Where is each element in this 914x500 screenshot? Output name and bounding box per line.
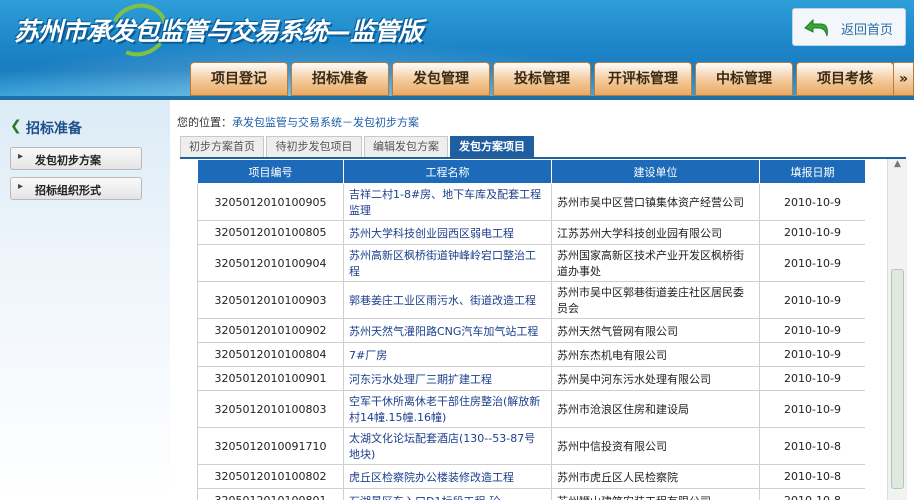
report-date-cell: 2010-10-8 <box>759 464 865 489</box>
table-header-row: 项目编号 工程名称 建设单位 填报日期 <box>197 159 865 184</box>
project-name-link[interactable]: 石湖景区东入口D1标段工程-砼 <box>343 488 552 500</box>
triangle-right-icon: ▸ <box>18 151 24 162</box>
table-scrollbar[interactable]: ▲ <box>887 159 907 500</box>
table-body: 3205012010100905 吉祥二村1-8#房、地下车库及配套工程监理 苏州市… <box>197 183 865 500</box>
project-name-link[interactable]: 苏州天然气灌阳路CNG汽车加气站工程 <box>343 318 552 343</box>
table-row[interactable]: 3205012010100801石湖景区东入口D1标段工程-砼苏州狮山建筑安装工… <box>197 488 865 500</box>
tab-plan-projects[interactable]: 发包方案项目 <box>450 136 534 158</box>
nav-tab-tender-prep[interactable]: 招标准备 <box>291 62 389 96</box>
nav-tab-project-register[interactable]: 项目登记 <box>190 62 288 96</box>
report-date-cell: 2010-10-8 <box>759 427 865 465</box>
return-home-button[interactable]: 返回首页 <box>792 8 906 46</box>
project-code-cell: 3205012010100904 <box>197 244 344 282</box>
construction-unit-cell: 苏州国家高新区技术产业开发区枫桥街道办事处 <box>551 244 760 282</box>
nav-tab-contract-manage[interactable]: 发包管理 <box>392 62 490 96</box>
table-row[interactable]: 3205012010100902 苏州天然气灌阳路CNG汽车加气站工程 苏州天然气管… <box>197 318 865 343</box>
nav-tab-bid-evaluation[interactable]: 开评标管理 <box>594 62 692 96</box>
nav-tab-award-manage[interactable]: 中标管理 <box>695 62 793 96</box>
table-row[interactable]: 3205012010091710 太湖文化论坛配套酒店(130--53-87号地块… <box>197 427 865 465</box>
sidebar-item-preliminary-plan[interactable]: ▸ 发包初步方案 <box>10 147 142 170</box>
project-code-cell: 3205012010100801 <box>197 488 344 500</box>
table-row[interactable]: 3205012010100905 吉祥二村1-8#房、地下车库及配套工程监理 苏州市… <box>197 183 865 221</box>
report-date-cell: 2010-10-9 <box>759 220 865 245</box>
table-row[interactable]: 3205012010100805 苏州大学科技创业园西区弱电工程 江苏苏州大学科技创… <box>197 220 865 245</box>
tab-edit-plan[interactable]: 编辑发包方案 <box>364 136 448 158</box>
project-name-link[interactable]: 苏州高新区枫桥街道钟峰岭宕口整治工程 <box>343 244 552 282</box>
construction-unit-cell: 苏州市虎丘区人民检察院 <box>551 464 760 489</box>
table-row[interactable]: 3205012010100903 郭巷姜庄工业区雨污水、街道改造工程 苏州市吴中区郭… <box>197 281 865 319</box>
left-sidebar: ❮ 招标准备 ▸ 发包初步方案 ▸ 招标组织形式 <box>0 100 170 500</box>
sidebar-item-label: 招标组织形式 <box>35 184 101 197</box>
sidebar-item-org-form[interactable]: ▸ 招标组织形式 <box>10 177 142 200</box>
return-home-label: 返回首页 <box>841 23 894 38</box>
breadcrumb: 您的位置：承发包监管与交易系统－发包初步方案 <box>177 114 419 130</box>
project-name-link[interactable]: 7#厂房 <box>343 342 552 367</box>
report-date-cell: 2010-10-9 <box>759 183 865 221</box>
breadcrumb-path[interactable]: 承发包监管与交易系统－发包初步方案 <box>232 116 419 129</box>
project-code-cell: 3205012010100804 <box>197 342 344 367</box>
table-row[interactable]: 3205012010100804 7#厂房 苏州东杰机电有限公司 2010-10-9 <box>197 342 865 367</box>
system-title: 苏州市承发包监管与交易系统—监管版 <box>14 17 423 46</box>
table-row[interactable]: 3205012010100803 空军干休所离休老干部住房整治(解放新村14幢.1… <box>197 390 865 428</box>
sidebar-item-label: 发包初步方案 <box>35 154 101 167</box>
project-code-cell: 3205012010100803 <box>197 390 344 428</box>
project-name-link[interactable]: 空军干休所离休老干部住房整治(解放新村14幢.15幢.16幢) <box>343 390 552 428</box>
table-row[interactable]: 3205012010100901 河东污水处理厂三期扩建工程 苏州吴中河东污水处理有… <box>197 366 865 391</box>
breadcrumb-prefix: 您的位置： <box>177 116 232 129</box>
report-date-cell: 2010-10-9 <box>759 244 865 282</box>
column-header-date: 填报日期 <box>759 159 865 184</box>
project-code-cell: 3205012010100905 <box>197 183 344 221</box>
report-date-cell: 2010-10-9 <box>759 366 865 391</box>
triangle-right-icon: ▸ <box>18 181 24 192</box>
construction-unit-cell: 苏州市吴中区郭巷街道姜庄社区居民委员会 <box>551 281 760 319</box>
report-date-cell: 2010-10-9 <box>759 281 865 319</box>
project-code-cell: 3205012010100901 <box>197 366 344 391</box>
report-date-cell: 2010-10-9 <box>759 342 865 367</box>
project-name-link[interactable]: 苏州大学科技创业园西区弱电工程 <box>343 220 552 245</box>
project-name-link[interactable]: 河东污水处理厂三期扩建工程 <box>343 366 552 391</box>
project-code-cell: 3205012010100902 <box>197 318 344 343</box>
nav-tab-bid-manage[interactable]: 投标管理 <box>493 62 591 96</box>
report-date-cell: 2010-10-9 <box>759 390 865 428</box>
project-code-cell: 3205012010100802 <box>197 464 344 489</box>
main-nav: 项目登记 招标准备 发包管理 投标管理 开评标管理 中标管理 项目考核 » <box>0 62 914 100</box>
project-name-link[interactable]: 吉祥二村1-8#房、地下车库及配套工程监理 <box>343 183 552 221</box>
report-date-cell: 2010-10-9 <box>759 318 865 343</box>
construction-unit-cell: 苏州东杰机电有限公司 <box>551 342 760 367</box>
project-code-cell: 3205012010100805 <box>197 220 344 245</box>
column-header-code: 项目编号 <box>197 159 344 184</box>
construction-unit-cell: 苏州狮山建筑安装工程有限公司 <box>551 488 760 500</box>
construction-unit-cell: 苏州市沧浪区住房和建设局 <box>551 390 760 428</box>
project-table: 项目编号 工程名称 建设单位 填报日期 3205012010100905 吉祥二村… <box>197 159 865 500</box>
report-date-cell: 2010-10-8 <box>759 488 865 500</box>
project-name-link[interactable]: 太湖文化论坛配套酒店(130--53-87号地块) <box>343 427 552 465</box>
tab-pending-projects[interactable]: 待初步发包项目 <box>266 136 362 158</box>
construction-unit-cell: 苏州吴中河东污水处理有限公司 <box>551 366 760 391</box>
project-code-cell: 3205012010100903 <box>197 281 344 319</box>
project-name-link[interactable]: 郭巷姜庄工业区雨污水、街道改造工程 <box>343 281 552 319</box>
return-arrow-icon <box>804 18 828 37</box>
project-code-cell: 3205012010091710 <box>197 427 344 465</box>
table-row[interactable]: 3205012010100904 苏州高新区枫桥街道钟峰岭宕口整治工程 苏州国家高新… <box>197 244 865 282</box>
project-name-link[interactable]: 虎丘区检察院办公楼装修改造工程 <box>343 464 552 489</box>
sidebar-title: 招标准备 <box>26 121 82 137</box>
construction-unit-cell: 苏州市吴中区营口镇集体资产经营公司 <box>551 183 760 221</box>
nav-tab-project-assess[interactable]: 项目考核 <box>796 62 894 96</box>
table-row[interactable]: 3205012010100802 虎丘区检察院办公楼装修改造工程 苏州市虎丘区人民检… <box>197 464 865 489</box>
tab-plan-home[interactable]: 初步方案首页 <box>180 136 264 158</box>
sidebar-header: ❮ 招标准备 <box>0 112 170 140</box>
construction-unit-cell: 江苏苏州大学科技创业园有限公司 <box>551 220 760 245</box>
nav-more-button[interactable]: » <box>893 62 914 96</box>
main-content: 您的位置：承发包监管与交易系统－发包初步方案 初步方案首页 待初步发包项目 编辑… <box>170 100 914 500</box>
construction-unit-cell: 苏州天然气管网有限公司 <box>551 318 760 343</box>
column-header-name: 工程名称 <box>343 159 552 184</box>
chevron-left-icon: ❮ <box>10 118 22 134</box>
project-table-container: 项目编号 工程名称 建设单位 填报日期 3205012010100905 吉祥二村… <box>197 159 865 500</box>
scroll-thumb[interactable] <box>891 269 904 489</box>
scroll-up-icon[interactable]: ▲ <box>888 159 907 176</box>
column-header-unit: 建设单位 <box>551 159 760 184</box>
construction-unit-cell: 苏州中信投资有限公司 <box>551 427 760 465</box>
